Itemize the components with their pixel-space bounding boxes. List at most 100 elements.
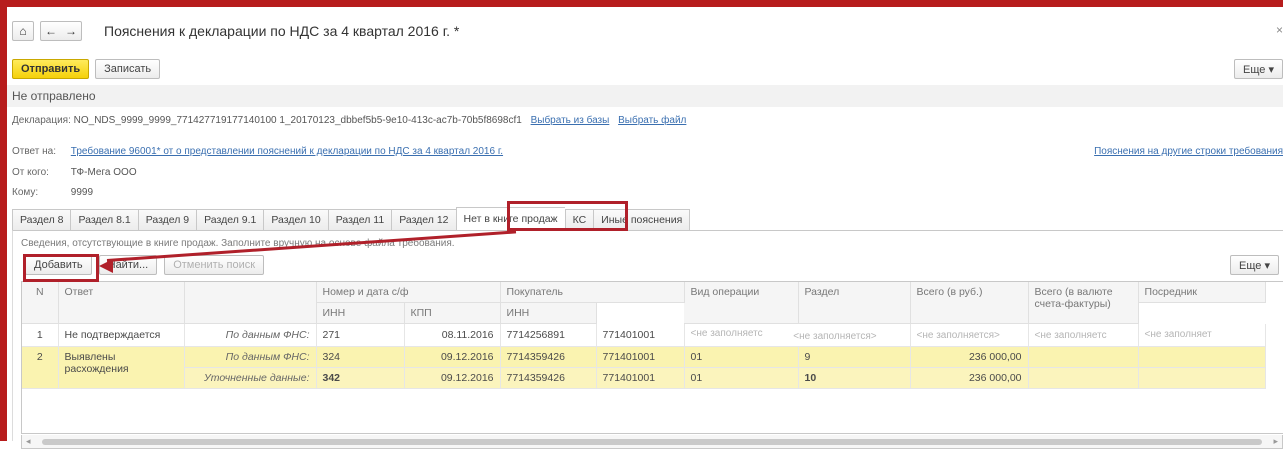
cell-inn: 7714256891 bbox=[500, 324, 596, 347]
main-toolbar: Отправить Записать bbox=[12, 59, 160, 79]
col-answer[interactable]: Ответ bbox=[58, 282, 184, 324]
col-invoice[interactable]: Номер и дата с/ф bbox=[316, 282, 500, 303]
form-window: ⌂ ← → Пояснения к декларации по НДС за 4… bbox=[7, 7, 1283, 441]
table-row[interactable]: Уточненные данные: 342 09.12.2016 771435… bbox=[22, 368, 1265, 389]
col-agent-inn[interactable]: ИНН bbox=[500, 303, 596, 324]
tab-section-12[interactable]: Раздел 12 bbox=[391, 209, 455, 231]
tab-section-11[interactable]: Раздел 11 bbox=[328, 209, 392, 231]
to-label: Кому: bbox=[12, 187, 68, 198]
tab-section-9-1[interactable]: Раздел 9.1 bbox=[196, 209, 263, 231]
cell-answer: Не подтверждается bbox=[58, 324, 184, 347]
cell-total: 236 000,00 bbox=[910, 347, 1028, 368]
reply-to-label: Ответ на: bbox=[12, 146, 68, 157]
from-label: От кого: bbox=[12, 167, 68, 178]
reply-to-row: Ответ на: Требование 96001* от о предста… bbox=[12, 146, 503, 157]
table-row[interactable]: 2 Выявлены расхождения По данным ФНС: 32… bbox=[22, 347, 1265, 368]
page-title: Пояснения к декларации по НДС за 4 кварт… bbox=[104, 23, 459, 39]
tab-section-10[interactable]: Раздел 10 bbox=[263, 209, 327, 231]
cell-agent bbox=[1138, 347, 1265, 368]
table-row[interactable]: 1 Не подтверждается По данным ФНС: 271 0… bbox=[22, 324, 1265, 347]
scroll-thumb[interactable] bbox=[42, 439, 1262, 445]
to-row: Кому: 9999 bbox=[12, 187, 93, 198]
cell-total-cur bbox=[1028, 347, 1138, 368]
scroll-left-icon[interactable]: ◂ bbox=[26, 436, 31, 447]
cell-agent: <не заполняет bbox=[1138, 324, 1265, 347]
add-button[interactable]: Добавить bbox=[25, 255, 92, 275]
col-n[interactable]: N bbox=[22, 282, 58, 324]
col-section[interactable]: Раздел bbox=[798, 282, 910, 324]
scroll-right-icon[interactable]: ▸ bbox=[1273, 436, 1278, 447]
home-icon[interactable]: ⌂ bbox=[12, 21, 34, 41]
cell-invoice-date: 09.12.2016 bbox=[404, 368, 500, 389]
cell-agent bbox=[1138, 368, 1265, 389]
op-type-value: <не заполняетс bbox=[691, 328, 791, 339]
navigation-arrows: ← → bbox=[40, 21, 82, 41]
cell-total: <не заполняется> bbox=[910, 324, 1028, 347]
cell-invoice-num: 324 bbox=[316, 347, 404, 368]
cell-n: 1 bbox=[22, 324, 58, 347]
cell-source: По данным ФНС: bbox=[184, 347, 316, 368]
cell-invoice-date: 08.11.2016 bbox=[404, 324, 500, 347]
back-arrow-icon[interactable]: ← bbox=[45, 24, 57, 38]
requirement-link[interactable]: Требование 96001* от о представлении поя… bbox=[71, 146, 503, 157]
declaration-value: NO_NDS_9999_9999_771427719177140100 1_20… bbox=[74, 115, 522, 126]
tab-section-8-1[interactable]: Раздел 8.1 bbox=[70, 209, 137, 231]
col-agent[interactable]: Посредник bbox=[1138, 282, 1265, 303]
other-rows-link[interactable]: Пояснения на другие строки требования bbox=[1094, 146, 1283, 157]
cell-source: Уточненные данные: bbox=[184, 368, 316, 389]
annotation-arrow-head bbox=[99, 259, 113, 273]
forward-arrow-icon[interactable]: → bbox=[65, 24, 77, 38]
col-buyer[interactable]: Покупатель bbox=[500, 282, 684, 303]
from-row: От кого: ТФ-Мега ООО bbox=[12, 167, 137, 178]
tab-ks[interactable]: КС bbox=[565, 209, 594, 231]
send-button[interactable]: Отправить bbox=[12, 59, 89, 79]
cell-op-type: 01 bbox=[684, 368, 798, 389]
cell-op-type: 01 bbox=[684, 347, 798, 368]
cell-kpp: 771401001 bbox=[596, 347, 684, 368]
cell-invoice-date: 09.12.2016 bbox=[404, 347, 500, 368]
section-tabs: Раздел 8 Раздел 8.1 Раздел 9 Раздел 9.1 … bbox=[12, 207, 690, 231]
pick-from-db-link[interactable]: Выбрать из базы bbox=[531, 115, 610, 126]
col-buyer-kpp[interactable]: КПП bbox=[404, 303, 500, 324]
cancel-search-button[interactable]: Отменить поиск bbox=[164, 255, 264, 275]
tab-section-8[interactable]: Раздел 8 bbox=[12, 209, 70, 231]
cell-inn: 7714359426 bbox=[500, 368, 596, 389]
panel-more-button[interactable]: Еще ▾ bbox=[1230, 255, 1279, 275]
cell-n: 2 bbox=[22, 347, 58, 389]
col-total-rub[interactable]: Всего (в руб.) bbox=[910, 282, 1028, 324]
cell-section: 10 bbox=[798, 368, 910, 389]
tab-panel: Сведения, отсутствующие в книге продаж. … bbox=[12, 230, 1283, 441]
cell-invoice-num: 271 bbox=[316, 324, 404, 347]
section-value: <не заполняется> bbox=[793, 331, 876, 342]
from-value: ТФ-Мега ООО bbox=[71, 167, 137, 178]
tab-not-in-sales-book[interactable]: Нет в книге продаж bbox=[456, 207, 565, 231]
cell-inn: 7714359426 bbox=[500, 347, 596, 368]
pick-file-link[interactable]: Выбрать файл bbox=[618, 115, 686, 126]
cell-kpp: 771401001 bbox=[596, 324, 684, 347]
cell-answer: Выявлены расхождения bbox=[58, 347, 184, 389]
cell-total-cur bbox=[1028, 368, 1138, 389]
horizontal-scrollbar[interactable]: ◂ ▸ bbox=[21, 435, 1283, 449]
cell-invoice-num: 342 bbox=[316, 368, 404, 389]
cell-total: 236 000,00 bbox=[910, 368, 1028, 389]
tab-other-explanations[interactable]: Иные пояснения bbox=[593, 209, 690, 231]
to-value: 9999 bbox=[71, 187, 93, 198]
tab-section-9[interactable]: Раздел 9 bbox=[138, 209, 196, 231]
col-buyer-inn[interactable]: ИНН bbox=[316, 303, 404, 324]
cell-kpp: 771401001 bbox=[596, 368, 684, 389]
declaration-row: Декларация: NO_NDS_9999_9999_77142771917… bbox=[12, 115, 686, 126]
data-grid: N Ответ Номер и дата с/ф Покупатель Вид … bbox=[21, 281, 1283, 434]
save-button[interactable]: Записать bbox=[95, 59, 160, 79]
close-icon[interactable]: × bbox=[1276, 23, 1283, 37]
cell-source: По данным ФНС: bbox=[184, 324, 316, 347]
cell-section: 9 bbox=[798, 347, 910, 368]
declaration-label: Декларация: bbox=[12, 115, 71, 126]
cell-op-type: <не заполняетс <не заполняется> bbox=[684, 324, 910, 347]
status-text: Не отправлено bbox=[7, 85, 1283, 107]
col-op-type[interactable]: Вид операции bbox=[684, 282, 798, 324]
col-source[interactable] bbox=[184, 282, 316, 324]
col-total-cur[interactable]: Всего (в валюте счета-фактуры) bbox=[1028, 282, 1138, 324]
cell-total-cur: <не заполняетс bbox=[1028, 324, 1138, 347]
title-bar: ⌂ ← → Пояснения к декларации по НДС за 4… bbox=[12, 20, 459, 42]
more-button[interactable]: Еще ▾ bbox=[1234, 59, 1283, 79]
